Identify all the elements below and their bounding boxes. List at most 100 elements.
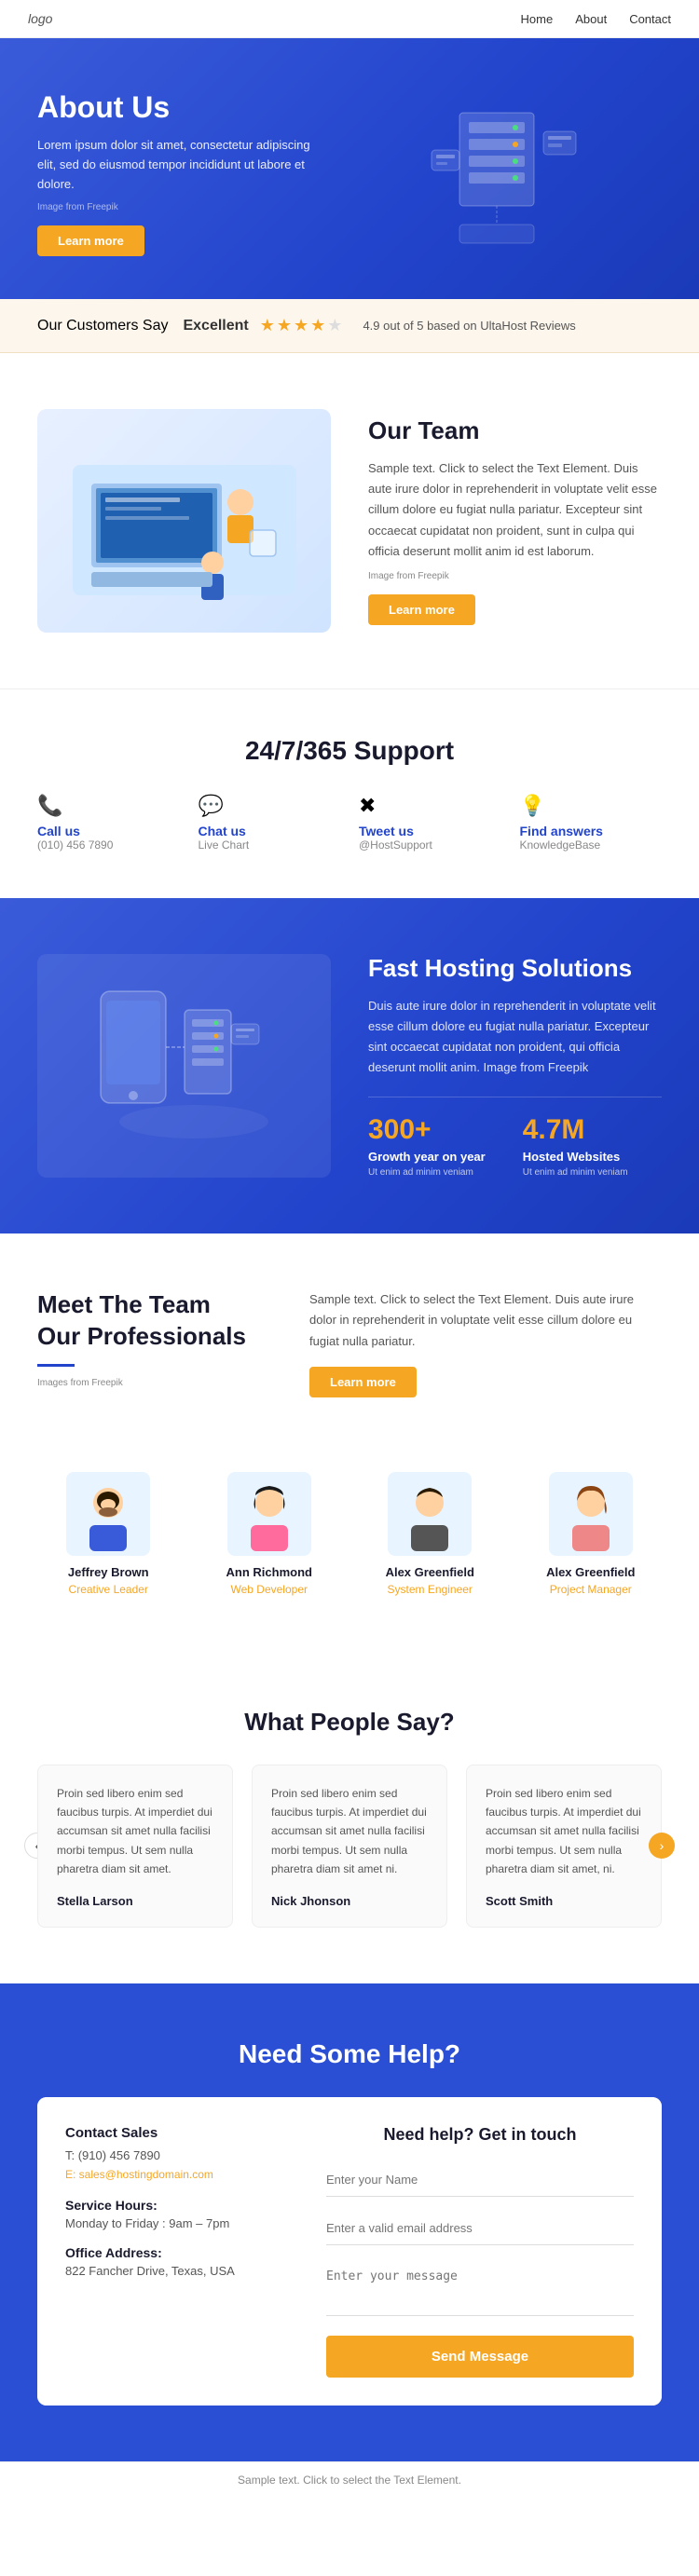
fast-hosting-section: Fast Hosting Solutions Duis aute irure d… — [0, 898, 699, 1233]
meet-cta-button[interactable]: Learn more — [309, 1367, 417, 1397]
member-alex1: Alex Greenfield System Engineer — [359, 1472, 501, 1596]
testimonials-title: What People Say? — [37, 1708, 662, 1737]
answers-title[interactable]: Find answers — [520, 824, 663, 838]
contact-form: Need help? Get in touch Send Message — [298, 2097, 662, 2406]
rating-excellent: Excellent — [183, 318, 248, 334]
call-icon: 📞 — [37, 794, 180, 818]
hero-image-credit: Image from Freepik — [37, 202, 350, 212]
team-members-grid: Jeffrey Brown Creative Leader Ann Richmo… — [0, 1453, 699, 1652]
footer-text: Sample text. Click to select the Text El… — [238, 2474, 461, 2487]
hero-text: About Us Lorem ipsum dolor sit amet, con… — [37, 90, 350, 255]
hosting-illustration — [37, 954, 331, 1178]
help-title: Need Some Help? — [37, 2039, 662, 2069]
rating-score: 4.9 out of 5 based on UltaHost Reviews — [363, 319, 575, 333]
hours-title: Service Hours: — [65, 2198, 270, 2213]
team-description: Sample text. Click to select the Text El… — [368, 458, 662, 561]
rating-stars: ★★★★★ — [260, 316, 345, 335]
hosting-stats: 300+ Growth year on year Ut enim ad mini… — [368, 1114, 662, 1178]
next-arrow[interactable]: › — [649, 1833, 675, 1859]
meet-right: Sample text. Click to select the Text El… — [309, 1289, 662, 1397]
team-image — [37, 409, 331, 633]
hero-section: About Us Lorem ipsum dolor sit amet, con… — [0, 38, 699, 299]
team-title: Our Team — [368, 416, 662, 445]
member-alex2: Alex Greenfield Project Manager — [520, 1472, 663, 1596]
ann-avatar — [227, 1472, 311, 1556]
help-content: Contact Sales T: (910) 456 7890 E: sales… — [37, 2097, 662, 2406]
meet-description: Sample text. Click to select the Text El… — [309, 1289, 662, 1351]
hero-title: About Us — [37, 90, 350, 125]
sales-phone: T: (910) 456 7890 — [65, 2148, 270, 2162]
stat-hosted: 4.7M Hosted Websites Ut enim ad minim ve… — [523, 1114, 628, 1178]
jeffrey-avatar — [66, 1472, 150, 1556]
alex1-avatar — [388, 1472, 472, 1556]
nav-contact[interactable]: Contact — [629, 12, 671, 26]
alex2-name: Alex Greenfield — [520, 1565, 663, 1579]
nav-home[interactable]: Home — [521, 12, 554, 26]
hosting-text: Fast Hosting Solutions Duis aute irure d… — [368, 954, 662, 1178]
hosting-title: Fast Hosting Solutions — [368, 954, 662, 983]
tweet-title[interactable]: Tweet us — [359, 824, 501, 838]
support-tweet: ✖ Tweet us @HostSupport — [359, 794, 501, 852]
testimonial-1-text: Proin sed libero enim sed faucibus turpi… — [57, 1784, 213, 1879]
stat-hosted-sub: Ut enim ad minim veniam — [523, 1167, 628, 1178]
support-title: 24/7/365 Support — [37, 736, 662, 766]
member-jeffrey: Jeffrey Brown Creative Leader — [37, 1472, 180, 1596]
testimonial-1: Proin sed libero enim sed faucibus turpi… — [37, 1765, 233, 1928]
nav-about[interactable]: About — [575, 12, 607, 26]
stat-growth-sub: Ut enim ad minim veniam — [368, 1167, 486, 1178]
team-cta-button[interactable]: Learn more — [368, 594, 475, 625]
footer: Sample text. Click to select the Text El… — [0, 2461, 699, 2498]
chat-icon: 💬 — [199, 794, 341, 818]
hero-illustration — [350, 94, 662, 252]
call-title[interactable]: Call us — [37, 824, 180, 838]
team-image-credit: Image from Freepik — [368, 571, 662, 581]
stat-hosted-number: 4.7M — [523, 1114, 628, 1146]
testimonial-1-author: Stella Larson — [57, 1894, 213, 1908]
form-email-input[interactable] — [326, 2212, 634, 2245]
testimonial-2: Proin sed libero enim sed faucibus turpi… — [252, 1765, 447, 1928]
hosting-description: Duis aute irure dolor in reprehenderit i… — [368, 996, 662, 1078]
call-sub: (010) 456 7890 — [37, 838, 180, 852]
meet-title: Meet The Team Our Professionals — [37, 1289, 272, 1353]
answers-icon: 💡 — [520, 794, 663, 818]
form-title: Need help? Get in touch — [326, 2125, 634, 2145]
testimonial-3-author: Scott Smith — [486, 1894, 642, 1908]
hero-description: Lorem ipsum dolor sit amet, consectetur … — [37, 136, 317, 194]
form-name-input[interactable] — [326, 2163, 634, 2197]
answers-sub: KnowledgeBase — [520, 838, 663, 852]
support-grid: 📞 Call us (010) 456 7890 💬 Chat us Live … — [37, 794, 662, 852]
member-ann: Ann Richmond Web Developer — [199, 1472, 341, 1596]
stat-hosted-label: Hosted Websites — [523, 1150, 628, 1164]
stat-growth-label: Growth year on year — [368, 1150, 486, 1164]
jeffrey-role: Creative Leader — [37, 1583, 180, 1596]
testimonial-2-text: Proin sed libero enim sed faucibus turpi… — [271, 1784, 428, 1879]
alex2-role: Project Manager — [520, 1583, 663, 1596]
alex1-role: System Engineer — [359, 1583, 501, 1596]
meet-image-credit: Images from Freepik — [37, 1378, 272, 1388]
jeffrey-name: Jeffrey Brown — [37, 1565, 180, 1579]
contact-info: Contact Sales T: (910) 456 7890 E: sales… — [37, 2097, 298, 2406]
blue-divider — [37, 1364, 75, 1367]
hero-cta-button[interactable]: Learn more — [37, 225, 144, 256]
ann-role: Web Developer — [199, 1583, 341, 1596]
logo: logo — [28, 11, 52, 26]
navbar: logo Home About Contact — [0, 0, 699, 38]
sales-email[interactable]: E: sales@hostingdomain.com — [65, 2168, 213, 2181]
team-text: Our Team Sample text. Click to select th… — [368, 416, 662, 624]
meet-team-section: Meet The Team Our Professionals Images f… — [0, 1233, 699, 1452]
support-chat: 💬 Chat us Live Chart — [199, 794, 341, 852]
ann-name: Ann Richmond — [199, 1565, 341, 1579]
support-call: 📞 Call us (010) 456 7890 — [37, 794, 180, 852]
form-submit-button[interactable]: Send Message — [326, 2336, 634, 2378]
meet-left: Meet The Team Our Professionals Images f… — [37, 1289, 272, 1388]
form-message-input[interactable] — [326, 2260, 634, 2316]
address-title: Office Address: — [65, 2245, 270, 2260]
chat-sub: Live Chart — [199, 838, 341, 852]
testimonial-2-author: Nick Jhonson — [271, 1894, 428, 1908]
tweet-sub: @HostSupport — [359, 838, 501, 852]
chat-title[interactable]: Chat us — [199, 824, 341, 838]
nav-links: Home About Contact — [521, 12, 671, 26]
tweet-icon: ✖ — [359, 794, 501, 818]
rating-prefix: Our Customers Say — [37, 318, 168, 334]
help-section: Need Some Help? Contact Sales T: (910) 4… — [0, 1983, 699, 2461]
